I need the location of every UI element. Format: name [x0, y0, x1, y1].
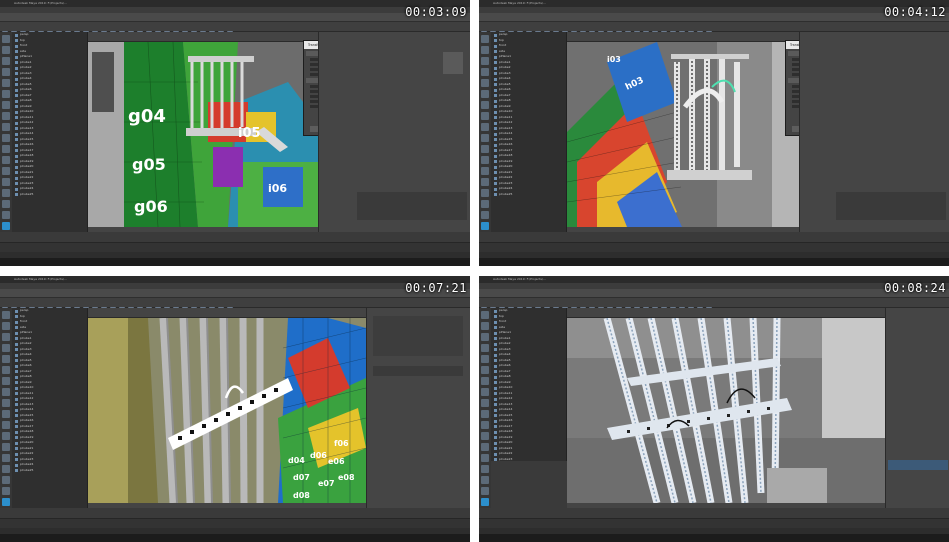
title-bar: Autodesk Maya 2019: F:/Projects/...: [479, 0, 949, 7]
uv-label: g05: [132, 155, 166, 174]
viewport-menu[interactable]: [88, 32, 318, 42]
video-thumbnail-grid: Autodesk Maya 2019: F:/Projects/... File…: [0, 0, 949, 542]
attribute-editor-panel[interactable]: [318, 32, 470, 232]
uv-label: e08: [338, 473, 355, 482]
window-title: Autodesk Maya 2019: F:/Projects/...: [493, 1, 546, 5]
range-slider[interactable]: [0, 242, 470, 252]
uv-label: i03: [607, 55, 621, 64]
time-slider[interactable]: [0, 508, 470, 518]
frame-2: Autodesk Maya 2019: F:/Projects/... File…: [479, 0, 949, 266]
range-slider[interactable]: [0, 518, 470, 528]
uv-label: d07: [293, 473, 310, 482]
title-bar: Autodesk Maya 2019: F:/Projects/...: [0, 0, 470, 7]
window-title: Autodesk Maya 2019: F:/Projects/...: [14, 277, 67, 281]
uv-label: f06: [334, 439, 349, 448]
windows-taskbar: [0, 258, 470, 266]
range-slider[interactable]: [479, 242, 949, 252]
viewport-scene: h03 i03: [567, 42, 799, 227]
uv-label: i06: [268, 182, 287, 195]
viewport-scene: [567, 318, 885, 503]
shelf-bar[interactable]: [479, 298, 949, 313]
tool-box[interactable]: [479, 32, 491, 232]
viewport-3d[interactable]: d04 d06 e07 d07 e08 d08 f06 e06: [88, 318, 366, 503]
uv-label: d08: [293, 491, 310, 500]
time-slider[interactable]: [479, 232, 949, 242]
window-title: Autodesk Maya 2019: F:/Projects/...: [14, 1, 67, 5]
uv-label: d06: [310, 451, 327, 460]
tool-box[interactable]: [0, 308, 12, 508]
shelf-bar[interactable]: [0, 22, 470, 37]
tool-box[interactable]: [0, 32, 12, 232]
outliner-panel[interactable]: persp top front side pPlane1 pCube1 pCub…: [491, 32, 567, 232]
windows-taskbar: [479, 534, 949, 542]
uv-label: g06: [134, 197, 168, 216]
viewport-menu[interactable]: [567, 308, 885, 318]
window-title: Autodesk Maya 2019: F:/Projects/...: [493, 277, 546, 281]
timecode: 00:07:21: [405, 281, 467, 295]
tool-box[interactable]: [479, 308, 491, 508]
frame-3: Autodesk Maya 2019: F:/Projects/... File…: [0, 276, 470, 542]
viewport-scene: g04 g05 g06 i05 i06: [88, 42, 318, 227]
attribute-editor-panel[interactable]: [799, 32, 949, 232]
uv-label: d04: [288, 456, 305, 465]
uv-label: e06: [328, 457, 345, 466]
uv-label: i05: [238, 126, 261, 141]
layer-editor[interactable]: [491, 461, 567, 508]
status-line: [479, 13, 949, 22]
shelf-bar[interactable]: [479, 22, 949, 37]
outliner-item[interactable]: pCube25: [12, 468, 87, 474]
uv-label: e07: [318, 479, 335, 488]
time-slider[interactable]: [479, 508, 949, 518]
viewport-menu[interactable]: [88, 308, 366, 318]
timecode: 00:04:12: [884, 5, 946, 19]
uv-label: g04: [128, 106, 166, 127]
title-bar: Autodesk Maya 2019: F:/Projects/...: [0, 276, 470, 283]
viewport-3d[interactable]: [567, 318, 885, 503]
viewport-scene: d04 d06 e07 d07 e08 d08 f06 e06: [88, 318, 366, 503]
status-line: [479, 289, 949, 298]
status-line: [0, 289, 470, 298]
viewport-3d[interactable]: h03 i03: [567, 42, 799, 227]
frame-4: Autodesk Maya 2019: F:/Projects/... File…: [479, 276, 949, 542]
viewport-3d[interactable]: g04 g05 g06 i05 i06: [88, 42, 318, 227]
windows-taskbar: [0, 534, 470, 542]
title-bar: Autodesk Maya 2019: F:/Projects/...: [479, 276, 949, 283]
shelf-bar[interactable]: [0, 298, 470, 313]
outliner-item[interactable]: pCube25: [12, 192, 87, 198]
channel-box-panel[interactable]: [885, 308, 949, 508]
time-slider[interactable]: [0, 232, 470, 242]
frame-1: Autodesk Maya 2019: F:/Projects/... File…: [0, 0, 470, 266]
range-slider[interactable]: [479, 518, 949, 528]
status-line: [0, 13, 470, 22]
windows-taskbar: [479, 258, 949, 266]
outliner-panel[interactable]: persp top front side pPlane1 pCube1 pCub…: [12, 32, 88, 232]
timecode: 00:03:09: [405, 5, 467, 19]
outliner-panel[interactable]: persp top front side pPlane1 pCube1 pCub…: [12, 308, 88, 508]
viewport-menu[interactable]: [567, 32, 799, 42]
channel-box-panel[interactable]: [366, 308, 470, 508]
timecode: 00:08:24: [884, 281, 946, 295]
outliner-item[interactable]: pCube25: [491, 192, 566, 198]
